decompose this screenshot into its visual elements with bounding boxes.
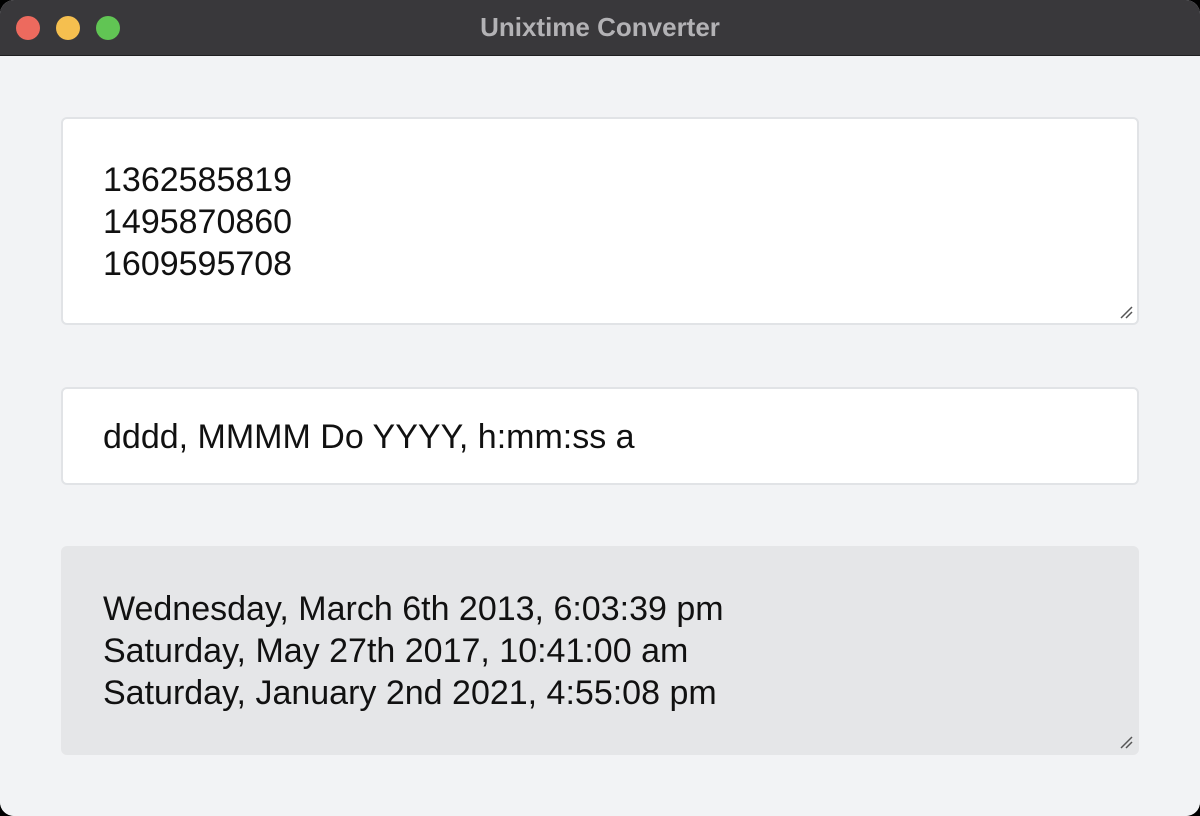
title-bar[interactable]: Unixtime Converter bbox=[0, 0, 1200, 56]
resize-grip-icon[interactable] bbox=[1119, 735, 1133, 749]
output-line: Saturday, January 2nd 2021, 4:55:08 pm bbox=[103, 674, 717, 712]
converted-output-textarea[interactable]: Wednesday, March 6th 2013, 6:03:39 pm Sa… bbox=[61, 546, 1139, 755]
format-input[interactable]: dddd, MMMM Do YYYY, h:mm:ss a bbox=[61, 387, 1139, 485]
window-title: Unixtime Converter bbox=[480, 12, 720, 42]
output-line: Saturday, May 27th 2017, 10:41:00 am bbox=[103, 632, 689, 670]
input-line: 1495870860 bbox=[103, 203, 293, 241]
format-value: dddd, MMMM Do YYYY, h:mm:ss a bbox=[103, 418, 635, 456]
unixtime-input-textarea[interactable]: 1362585819 1495870860 1609595708 bbox=[61, 117, 1139, 325]
output-line: Wednesday, March 6th 2013, 6:03:39 pm bbox=[103, 590, 724, 628]
main-content: 1362585819 1495870860 1609595708 dddd, M… bbox=[0, 56, 1200, 816]
app-window: Unixtime Converter 1362585819 1495870860… bbox=[0, 0, 1200, 816]
resize-grip-icon[interactable] bbox=[1119, 305, 1133, 319]
input-line: 1609595708 bbox=[103, 245, 293, 283]
input-line: 1362585819 bbox=[103, 161, 293, 199]
